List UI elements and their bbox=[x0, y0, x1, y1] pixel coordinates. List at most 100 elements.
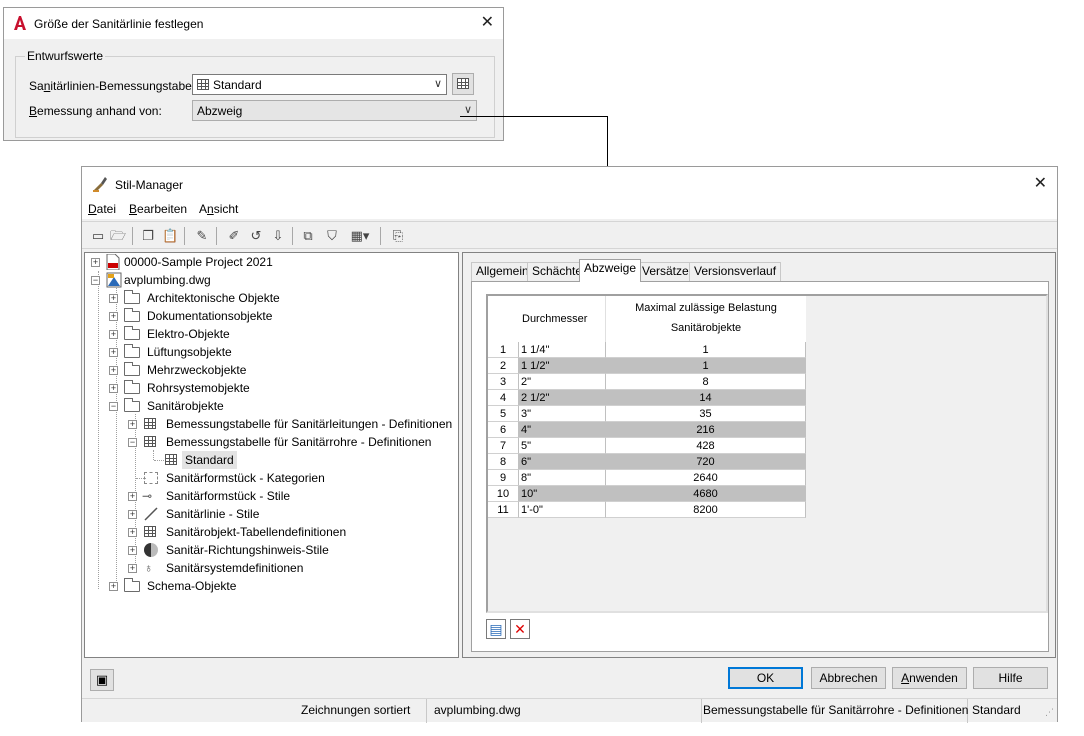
max-load-cell[interactable]: 8200 bbox=[606, 502, 806, 518]
column-header-max-load[interactable]: Maximal zulässige Belastung Sanitärobjek… bbox=[606, 296, 806, 342]
tree-item-project[interactable]: + 00000-Sample Project 2021 bbox=[91, 253, 451, 271]
tree-item-drawing[interactable]: − avplumbing.dwg bbox=[91, 271, 451, 289]
max-load-cell[interactable]: 35 bbox=[606, 406, 806, 422]
expand-icon[interactable]: + bbox=[109, 330, 118, 339]
purge-icon[interactable]: ↺ bbox=[248, 228, 264, 244]
expand-icon[interactable]: + bbox=[128, 528, 137, 537]
row-number[interactable]: 5 bbox=[488, 406, 519, 422]
row-number[interactable]: 9 bbox=[488, 470, 519, 486]
collapse-icon[interactable]: − bbox=[109, 402, 118, 411]
tree-item-style-type[interactable]: − Bemessungstabelle für Sanitärrohre - D… bbox=[128, 433, 458, 451]
expand-icon[interactable]: + bbox=[91, 258, 100, 267]
max-load-cell[interactable]: 8 bbox=[606, 374, 806, 390]
resize-grip-icon[interactable]: ⋰ bbox=[1045, 707, 1054, 718]
close-icon[interactable]: ✕ bbox=[1034, 176, 1047, 192]
expand-icon[interactable]: + bbox=[128, 564, 137, 573]
copy-icon[interactable]: ❐ bbox=[140, 228, 156, 244]
max-load-cell[interactable]: 2640 bbox=[606, 470, 806, 486]
max-load-cell[interactable]: 428 bbox=[606, 438, 806, 454]
expand-icon[interactable]: + bbox=[109, 312, 118, 321]
expand-icon[interactable]: + bbox=[128, 510, 137, 519]
menu-edit[interactable]: Bearbeiten bbox=[129, 202, 187, 216]
row-number[interactable]: 4 bbox=[488, 390, 519, 406]
tree-item-style-type[interactable]: + Bemessungstabelle für Sanitärleitungen… bbox=[128, 415, 458, 433]
tab-offsets[interactable]: Versätze bbox=[637, 262, 694, 281]
column-header-diameter[interactable]: Durchmesser bbox=[519, 296, 606, 342]
diameter-cell[interactable]: 4" bbox=[519, 422, 606, 438]
tree-item-category[interactable]: + Architektonische Objekte bbox=[109, 289, 449, 307]
new-drawing-icon[interactable]: ▭ bbox=[90, 228, 106, 244]
diameter-cell[interactable]: 5" bbox=[519, 438, 606, 454]
tree-item-category[interactable]: + Dokumentationsobjekte bbox=[109, 307, 449, 325]
new-style-icon[interactable]: ✐ bbox=[226, 228, 242, 244]
max-load-cell[interactable]: 1 bbox=[606, 342, 806, 358]
diameter-cell[interactable]: 1'-0" bbox=[519, 502, 606, 518]
tree-item-category[interactable]: + Mehrzweckobjekte bbox=[109, 361, 449, 379]
tab-branches[interactable]: Abzweige bbox=[579, 259, 642, 282]
max-load-cell[interactable]: 4680 bbox=[606, 486, 806, 502]
row-number[interactable]: 6 bbox=[488, 422, 519, 438]
max-load-cell[interactable]: 720 bbox=[606, 454, 806, 470]
sort-icon[interactable]: ⧉ bbox=[300, 228, 316, 244]
toggle-view-icon[interactable]: ⎘ bbox=[390, 228, 406, 244]
view-options-icon[interactable]: ▦▾ bbox=[346, 228, 374, 244]
menu-view[interactable]: Ansicht bbox=[199, 202, 238, 216]
diameter-cell[interactable]: 8" bbox=[519, 470, 606, 486]
diameter-cell[interactable]: 1 1/4" bbox=[519, 342, 606, 358]
tree-item-style-type[interactable]: Sanitärformstück - Kategorien bbox=[128, 469, 458, 487]
help-button[interactable]: Hilfe bbox=[973, 667, 1048, 689]
tab-version-history[interactable]: Versionsverlauf bbox=[689, 262, 782, 281]
row-number[interactable]: 10 bbox=[488, 486, 519, 502]
collapse-icon[interactable]: − bbox=[128, 438, 137, 447]
expand-icon[interactable]: + bbox=[109, 348, 118, 357]
tree-item-category[interactable]: + Elektro-Objekte bbox=[109, 325, 449, 343]
ok-button[interactable]: OK bbox=[728, 667, 803, 689]
tree-item-style-type[interactable]: + Sanitärlinie - Stile bbox=[128, 505, 458, 523]
diameter-cell[interactable]: 6" bbox=[519, 454, 606, 470]
row-number[interactable]: 8 bbox=[488, 454, 519, 470]
paste-icon[interactable]: 📋 bbox=[162, 228, 178, 244]
expand-icon[interactable]: + bbox=[128, 492, 137, 501]
edit-style-icon[interactable]: ✎ bbox=[194, 228, 210, 244]
expand-icon[interactable]: + bbox=[109, 366, 118, 375]
toggle-viewer-button[interactable]: ▣ bbox=[90, 669, 114, 691]
sizing-basis-dropdown[interactable]: Abzweig ∨ bbox=[192, 100, 477, 121]
row-number[interactable]: 1 bbox=[488, 342, 519, 358]
tree-item-category-sanitary[interactable]: − Sanitärobjekte bbox=[109, 397, 449, 415]
apply-button[interactable]: Anwenden bbox=[892, 667, 967, 689]
add-row-button[interactable]: ▤ bbox=[486, 619, 506, 639]
row-number[interactable]: 3 bbox=[488, 374, 519, 390]
tree-item-standard[interactable]: Standard bbox=[165, 451, 285, 469]
expand-icon[interactable]: + bbox=[128, 420, 137, 429]
tree-item-style-type[interactable]: + Sanitärobjekt-Tabellendefinitionen bbox=[128, 523, 458, 541]
row-number[interactable]: 11 bbox=[488, 502, 519, 518]
expand-icon[interactable]: + bbox=[109, 294, 118, 303]
tree-item-category[interactable]: + Rohrsystemobjekte bbox=[109, 379, 449, 397]
tree-item-style-type[interactable]: + ⊸ Sanitärformstück - Stile bbox=[128, 487, 458, 505]
delete-row-button[interactable]: ✕ bbox=[510, 619, 530, 639]
filter-icon[interactable]: ⛉ bbox=[324, 228, 340, 244]
diameter-cell[interactable]: 1 1/2" bbox=[519, 358, 606, 374]
diameter-cell[interactable]: 2 1/2" bbox=[519, 390, 606, 406]
row-number[interactable]: 7 bbox=[488, 438, 519, 454]
close-icon[interactable]: ✕ bbox=[481, 15, 494, 31]
row-number[interactable]: 2 bbox=[488, 358, 519, 374]
tree-item-style-type[interactable]: + Sanitär-Richtungshinweis-Stile bbox=[128, 541, 458, 559]
import-icon[interactable]: ⇩ bbox=[270, 228, 286, 244]
open-drawing-icon[interactable]: 🗁 bbox=[110, 228, 126, 244]
menu-file[interactable]: Datei bbox=[88, 202, 116, 216]
max-load-cell[interactable]: 1 bbox=[606, 358, 806, 374]
expand-icon[interactable]: + bbox=[128, 546, 137, 555]
tree-item-category[interactable]: + Schema-Objekte bbox=[109, 577, 449, 595]
tree-item-category[interactable]: + Lüftungsobjekte bbox=[109, 343, 449, 361]
max-load-cell[interactable]: 14 bbox=[606, 390, 806, 406]
diameter-cell[interactable]: 2" bbox=[519, 374, 606, 390]
tab-general[interactable]: Allgemein bbox=[471, 262, 534, 281]
expand-icon[interactable]: + bbox=[109, 384, 118, 393]
collapse-icon[interactable]: − bbox=[91, 276, 100, 285]
cancel-button[interactable]: Abbrechen bbox=[811, 667, 886, 689]
max-load-cell[interactable]: 216 bbox=[606, 422, 806, 438]
diameter-cell[interactable]: 10" bbox=[519, 486, 606, 502]
expand-icon[interactable]: + bbox=[109, 582, 118, 591]
diameter-cell[interactable]: 3" bbox=[519, 406, 606, 422]
